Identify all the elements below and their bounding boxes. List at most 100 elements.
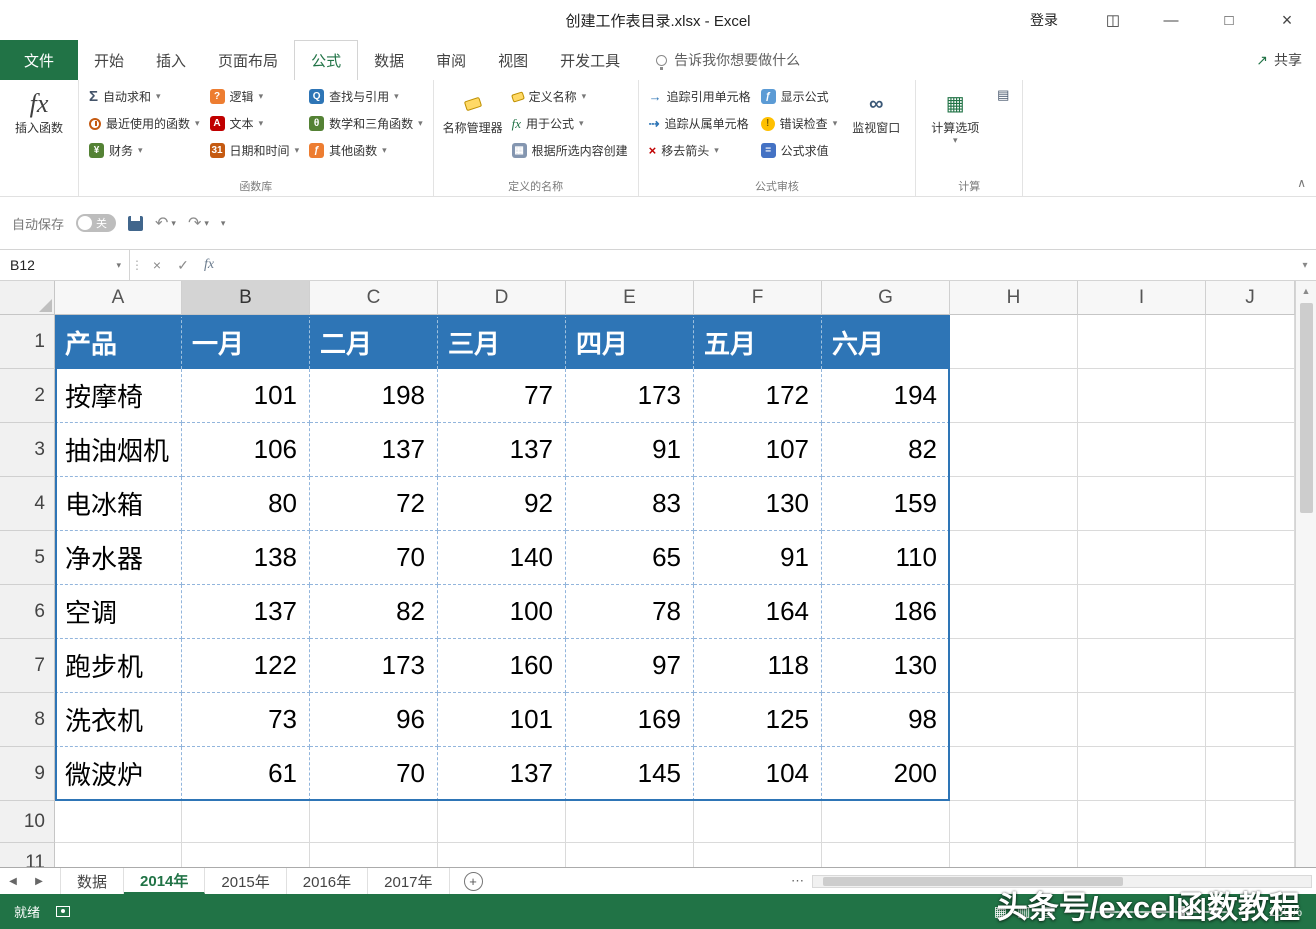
cell-I8[interactable] [1078,693,1206,747]
more-functions-button[interactable]: ƒ 其他函数 ▾ [305,137,427,164]
cell-C1[interactable]: 二月 [310,315,438,369]
select-all-corner[interactable] [0,281,55,315]
cell-A3[interactable]: 抽油烟机 [55,423,182,477]
cell-B2[interactable]: 101 [182,369,310,423]
tab-formulas[interactable]: 公式 [294,40,358,80]
watch-window-button[interactable]: ∞ 监视窗口 [843,83,909,135]
cell-F5[interactable]: 91 [694,531,822,585]
cell-J5[interactable] [1206,531,1295,585]
cell-G10[interactable] [822,801,950,843]
sheet-tab-2017年[interactable]: 2017年 [368,868,449,894]
cell-H6[interactable] [950,585,1078,639]
create-from-selection-button[interactable]: ▦ 根据所选内容创建 [508,137,632,164]
error-checking-button[interactable]: ! 错误检查 ▾ [757,110,842,137]
cell-E5[interactable]: 65 [566,531,694,585]
cell-B10[interactable] [182,801,310,843]
name-manager-button[interactable]: 名称管理器 [440,83,506,135]
row-header-1[interactable]: 1 [0,315,55,369]
cell-I9[interactable] [1078,747,1206,801]
cell-A5[interactable]: 净水器 [55,531,182,585]
cell-A11[interactable] [55,843,182,867]
column-header-B[interactable]: B [182,281,310,315]
column-header-E[interactable]: E [566,281,694,315]
cell-B9[interactable]: 61 [182,747,310,801]
cell-B8[interactable]: 73 [182,693,310,747]
row-header-7[interactable]: 7 [0,639,55,693]
column-header-G[interactable]: G [822,281,950,315]
maximize-icon[interactable]: □ [1200,0,1258,40]
page-layout-view-icon[interactable]: ▥ [1017,903,1030,920]
column-header-J[interactable]: J [1206,281,1295,315]
cell-J7[interactable] [1206,639,1295,693]
cell-G2[interactable]: 194 [822,369,950,423]
cell-A9[interactable]: 微波炉 [55,747,182,801]
cell-J8[interactable] [1206,693,1295,747]
cell-I2[interactable] [1078,369,1206,423]
cell-G7[interactable]: 130 [822,639,950,693]
financial-button[interactable]: ¥ 财务 ▾ [85,137,204,164]
cell-D4[interactable]: 92 [438,477,566,531]
tab-file[interactable]: 文件 [0,40,78,80]
cell-A8[interactable]: 洗衣机 [55,693,182,747]
row-header-11[interactable]: 11 [0,843,55,867]
cell-G6[interactable]: 186 [822,585,950,639]
tab-page-layout[interactable]: 页面布局 [202,40,294,80]
cell-I4[interactable] [1078,477,1206,531]
zoom-out-icon[interactable]: − [1064,904,1072,920]
cell-A4[interactable]: 电冰箱 [55,477,182,531]
cell-C11[interactable] [310,843,438,867]
normal-view-icon[interactable]: ▦ [994,903,1007,920]
cell-C8[interactable]: 96 [310,693,438,747]
cell-E10[interactable] [566,801,694,843]
evaluate-formula-button[interactable]: = 公式求值 [757,137,842,164]
cell-H1[interactable] [950,315,1078,369]
show-formulas-button[interactable]: ƒ 显示公式 [757,83,842,110]
share-button[interactable]: ↗ 共享 [1256,40,1316,80]
cell-G4[interactable]: 159 [822,477,950,531]
cell-H5[interactable] [950,531,1078,585]
cell-E4[interactable]: 83 [566,477,694,531]
collapse-ribbon-icon[interactable]: ∧ [1297,176,1306,190]
text-functions-button[interactable]: A 文本 ▾ [206,110,304,137]
column-header-I[interactable]: I [1078,281,1206,315]
row-header-6[interactable]: 6 [0,585,55,639]
scroll-up-icon[interactable]: ▲ [1302,281,1311,301]
cell-H7[interactable] [950,639,1078,693]
cell-C5[interactable]: 70 [310,531,438,585]
cell-F1[interactable]: 五月 [694,315,822,369]
cell-E9[interactable]: 145 [566,747,694,801]
insert-function-icon[interactable]: fx [196,250,222,280]
cell-F8[interactable]: 125 [694,693,822,747]
cell-H4[interactable] [950,477,1078,531]
save-icon[interactable] [128,216,143,231]
recent-functions-button[interactable]: 最近使用的函数 ▾ [85,110,204,137]
column-header-A[interactable]: A [55,281,182,315]
cell-A10[interactable] [55,801,182,843]
cell-D9[interactable]: 137 [438,747,566,801]
use-in-formula-button[interactable]: fx 用于公式 ▾ [508,110,632,137]
tab-data[interactable]: 数据 [358,40,420,80]
close-icon[interactable]: × [1258,0,1316,40]
redo-button[interactable]: ↷ ▾ [188,213,209,233]
cell-B11[interactable] [182,843,310,867]
trace-precedents-button[interactable]: → 追踪引用单元格 [645,83,755,110]
undo-button[interactable]: ↶ ▾ [155,213,176,233]
row-header-4[interactable]: 4 [0,477,55,531]
cell-C10[interactable] [310,801,438,843]
zoom-percentage[interactable]: 160% [1260,904,1302,919]
cell-I7[interactable] [1078,639,1206,693]
cell-H10[interactable] [950,801,1078,843]
trace-dependents-button[interactable]: ⇢ 追踪从属单元格 [645,110,755,137]
cell-B1[interactable]: 一月 [182,315,310,369]
cell-F2[interactable]: 172 [694,369,822,423]
vertical-scrollbar[interactable]: ▲ [1295,281,1316,867]
cell-H3[interactable] [950,423,1078,477]
cell-C7[interactable]: 173 [310,639,438,693]
column-header-C[interactable]: C [310,281,438,315]
name-box[interactable]: B12 ▾ [0,250,130,280]
cell-F9[interactable]: 104 [694,747,822,801]
cell-J6[interactable] [1206,585,1295,639]
new-sheet-icon[interactable]: + [464,872,483,891]
cell-F11[interactable] [694,843,822,867]
cancel-entry-icon[interactable]: × [144,250,170,280]
